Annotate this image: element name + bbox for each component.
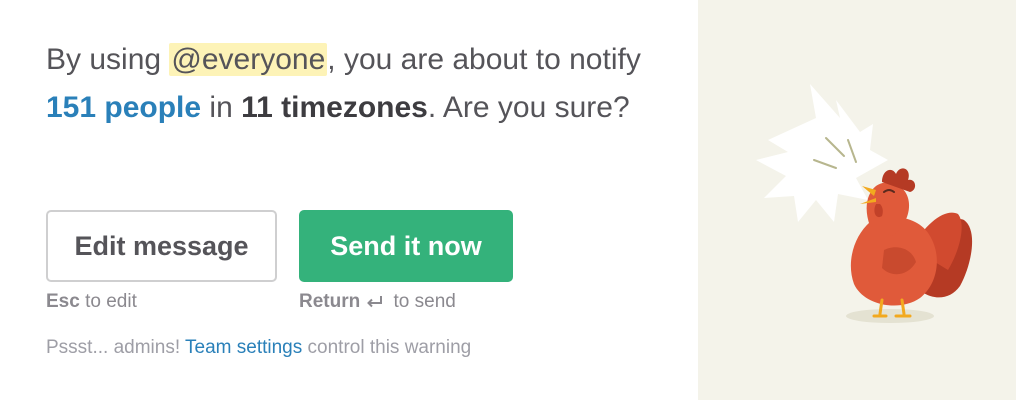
everyone-warning-dialog: By using @everyone, you are about to not… (0, 0, 1016, 400)
illustration-panel (698, 0, 1016, 400)
warning-message: By using @everyone, you are about to not… (46, 36, 666, 132)
everyone-mention: @everyone (169, 43, 328, 76)
team-settings-link[interactable]: Team settings (185, 337, 302, 358)
message-middle: , you are about to notify (327, 43, 641, 76)
return-key-icon (367, 296, 383, 308)
timezone-count: 11 timezones (241, 91, 428, 124)
rooster-crowing-icon (756, 84, 973, 323)
send-hint-text: to send (388, 291, 456, 312)
message-suffix: . Are you sure? (427, 91, 630, 124)
people-count: 151 people (46, 91, 202, 124)
send-it-now-button[interactable]: Send it now (299, 210, 513, 282)
esc-key-label: Esc (46, 291, 80, 312)
edit-hint-text: to edit (79, 291, 137, 312)
footer-prefix: Pssst... admins! (46, 337, 186, 358)
admin-footer-note: Pssst... admins! Team settings control t… (46, 337, 471, 359)
edit-message-button[interactable]: Edit message (46, 210, 277, 282)
message-prefix: By using (46, 43, 170, 76)
return-key-label: Return (299, 291, 361, 312)
message-middle-2: in (201, 91, 242, 124)
dialog-content: By using @everyone, you are about to not… (0, 0, 698, 400)
edit-shortcut-hint: Esc to edit (46, 291, 137, 313)
footer-suffix: control this warning (302, 337, 472, 358)
send-shortcut-hint: Return to send (299, 291, 456, 313)
